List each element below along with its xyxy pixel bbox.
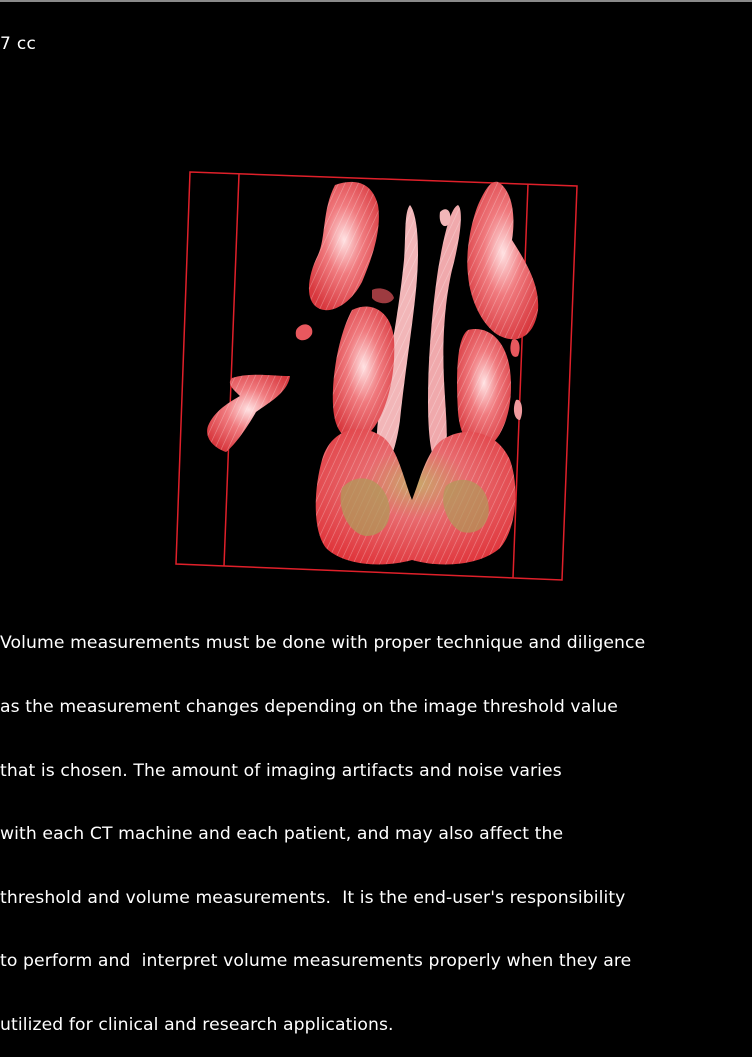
disclaimer-line: Volume measurements must be done with pr… — [0, 633, 646, 654]
disclaimer-line: with each CT machine and each patient, a… — [0, 824, 564, 845]
disclaimer-text: Volume measurements must be done with pr… — [0, 591, 752, 1057]
volume-render — [207, 181, 539, 565]
disclaimer-line: to perform and interpret volume measurem… — [0, 951, 632, 972]
disclaimer-line: threshold and volume measurements. It is… — [0, 887, 626, 908]
3d-volume-viewport[interactable] — [0, 0, 752, 600]
disclaimer-line: that is chosen. The amount of imaging ar… — [0, 760, 562, 781]
disclaimer-line: as the measurement changes depending on … — [0, 697, 618, 717]
disclaimer-line: utilized for clinical and research appli… — [0, 1014, 394, 1035]
